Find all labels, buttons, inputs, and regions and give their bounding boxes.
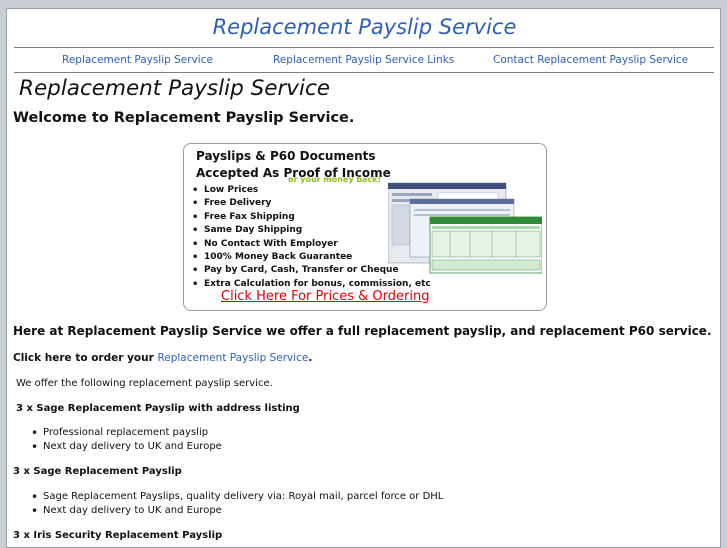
nav-divider (14, 72, 714, 73)
offer-text: We offer the following replacement paysl… (16, 378, 273, 389)
order-suffix: . (308, 352, 313, 364)
site-title: Replacement Payslip Service (212, 15, 517, 39)
header-divider (14, 47, 714, 48)
promo-banner[interactable]: Payslips & P60 Documents Accepted As Pro… (183, 143, 547, 311)
page-frame: Replacement Payslip Service Replacement … (6, 8, 721, 548)
section-list: Sage Replacement Payslips, quality deliv… (31, 490, 443, 518)
page-heading: Replacement Payslip Service (19, 76, 331, 101)
nav-link-contact[interactable]: Contact Replacement Payslip Service (493, 54, 688, 66)
order-link[interactable]: Replacement Payslip Service (157, 352, 308, 364)
money-back-note: or your money back! (288, 175, 382, 184)
order-line: Click here to order your Replacement Pay… (13, 352, 312, 364)
list-item: Next day delivery to UK and Europe (31, 440, 222, 454)
nav-link-home[interactable]: Replacement Payslip Service (62, 54, 213, 66)
list-item: Sage Replacement Payslips, quality deliv… (31, 490, 443, 504)
prices-ordering-link[interactable]: Click Here For Prices & Ordering (221, 289, 429, 304)
payslip-sample-image (388, 182, 542, 274)
section-heading: 3 x Sage Replacement Payslip (13, 466, 182, 477)
section-heading: 3 x Iris Security Replacement Payslip (13, 530, 223, 541)
top-nav: Replacement Payslip Service Replacement … (7, 54, 722, 70)
welcome-heading: Welcome to Replacement Payslip Service. (13, 110, 355, 126)
list-item: Professional replacement payslip (31, 426, 222, 440)
intro-text: Here at Replacement Payslip Service we o… (13, 324, 712, 338)
list-item: Next day delivery to UK and Europe (31, 504, 443, 518)
nav-link-links[interactable]: Replacement Payslip Service Links (273, 54, 454, 66)
order-prefix: Click here to order your (13, 352, 158, 364)
section-heading: 3 x Sage Replacement Payslip with addres… (16, 403, 300, 414)
section-list: Professional replacement payslip Next da… (31, 426, 222, 454)
promo-title-line1: Payslips & P60 Documents (196, 149, 376, 163)
